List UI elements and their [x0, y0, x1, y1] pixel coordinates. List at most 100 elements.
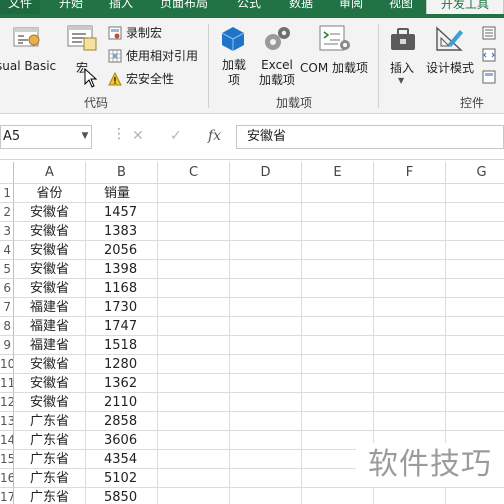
- empty-cell[interactable]: [374, 184, 446, 203]
- cell-province[interactable]: 福建省: [14, 317, 86, 336]
- empty-cell[interactable]: [230, 488, 302, 504]
- empty-cell[interactable]: [446, 374, 504, 393]
- cell-sales[interactable]: 1457: [86, 203, 158, 222]
- macro-security-button[interactable]: 宏安全性: [108, 70, 174, 87]
- cell-sales[interactable]: 1518: [86, 336, 158, 355]
- tab-developer[interactable]: 开发工具: [426, 0, 504, 14]
- tab-home[interactable]: 开始: [50, 0, 92, 14]
- properties-icon[interactable]: [482, 26, 496, 40]
- cell-sales[interactable]: 2056: [86, 241, 158, 260]
- empty-cell[interactable]: [446, 279, 504, 298]
- row-header[interactable]: 8: [0, 317, 14, 336]
- enter-icon[interactable]: ✓: [170, 128, 182, 144]
- empty-cell[interactable]: [374, 374, 446, 393]
- empty-cell[interactable]: [302, 393, 374, 412]
- empty-cell[interactable]: [374, 222, 446, 241]
- empty-cell[interactable]: [158, 488, 230, 504]
- empty-cell[interactable]: [446, 184, 504, 203]
- row-header[interactable]: 11: [0, 374, 14, 393]
- empty-cell[interactable]: [230, 241, 302, 260]
- cell-province[interactable]: 广东省: [14, 431, 86, 450]
- insert-control-button[interactable]: 插入: [390, 59, 414, 76]
- row-header[interactable]: 14: [0, 431, 14, 450]
- empty-cell[interactable]: [230, 431, 302, 450]
- empty-cell[interactable]: [302, 488, 374, 504]
- empty-cell[interactable]: [446, 336, 504, 355]
- empty-cell[interactable]: [374, 336, 446, 355]
- empty-cell[interactable]: [374, 488, 446, 504]
- empty-cell[interactable]: [446, 393, 504, 412]
- empty-cell[interactable]: [158, 393, 230, 412]
- empty-cell[interactable]: [158, 469, 230, 488]
- empty-cell[interactable]: [158, 355, 230, 374]
- cell-province[interactable]: 安徽省: [14, 279, 86, 298]
- empty-cell[interactable]: [302, 412, 374, 431]
- empty-cell[interactable]: [230, 450, 302, 469]
- row-header[interactable]: 6: [0, 279, 14, 298]
- design-mode-button[interactable]: 设计模式: [426, 59, 474, 76]
- empty-cell[interactable]: [230, 355, 302, 374]
- tab-page-layout[interactable]: 页面布局: [150, 0, 218, 14]
- empty-cell[interactable]: [158, 222, 230, 241]
- tab-view[interactable]: 视图: [380, 0, 422, 14]
- empty-cell[interactable]: [158, 431, 230, 450]
- empty-cell[interactable]: [302, 279, 374, 298]
- empty-cell[interactable]: [374, 412, 446, 431]
- insert-function-icon[interactable]: fx: [208, 128, 221, 144]
- empty-cell[interactable]: [302, 203, 374, 222]
- empty-cell[interactable]: [374, 260, 446, 279]
- empty-cell[interactable]: [302, 317, 374, 336]
- select-all-corner[interactable]: [0, 162, 14, 184]
- empty-cell[interactable]: [158, 450, 230, 469]
- cell-province[interactable]: 安徽省: [14, 203, 86, 222]
- cell-sales[interactable]: 3606: [86, 431, 158, 450]
- empty-cell[interactable]: [230, 374, 302, 393]
- empty-cell[interactable]: [158, 203, 230, 222]
- cell-sales[interactable]: 5102: [86, 469, 158, 488]
- cell-sales[interactable]: 1280: [86, 355, 158, 374]
- empty-cell[interactable]: [230, 260, 302, 279]
- empty-cell[interactable]: [374, 393, 446, 412]
- row-header[interactable]: 17: [0, 488, 14, 504]
- cell-sales[interactable]: 1362: [86, 374, 158, 393]
- empty-cell[interactable]: [230, 279, 302, 298]
- row-header[interactable]: 5: [0, 260, 14, 279]
- empty-cell[interactable]: [158, 317, 230, 336]
- empty-cell[interactable]: [446, 203, 504, 222]
- empty-cell[interactable]: [446, 412, 504, 431]
- cell-sales[interactable]: 1730: [86, 298, 158, 317]
- empty-cell[interactable]: [158, 336, 230, 355]
- row-header[interactable]: 12: [0, 393, 14, 412]
- empty-cell[interactable]: [302, 222, 374, 241]
- column-header-a[interactable]: A: [14, 162, 86, 184]
- empty-cell[interactable]: [230, 412, 302, 431]
- cell-province[interactable]: 广东省: [14, 488, 86, 504]
- empty-cell[interactable]: [302, 355, 374, 374]
- empty-cell[interactable]: [446, 317, 504, 336]
- name-box-dropdown-icon[interactable]: ▼: [78, 125, 92, 149]
- column-header-d[interactable]: D: [230, 162, 302, 184]
- tab-review[interactable]: 审阅: [330, 0, 372, 14]
- row-header[interactable]: 16: [0, 469, 14, 488]
- empty-cell[interactable]: [230, 317, 302, 336]
- cell-province[interactable]: 安徽省: [14, 241, 86, 260]
- tab-insert[interactable]: 插入: [100, 0, 142, 14]
- empty-cell[interactable]: [302, 336, 374, 355]
- formula-input[interactable]: 安徽省: [236, 125, 504, 149]
- empty-cell[interactable]: [446, 298, 504, 317]
- record-macro-button[interactable]: 录制宏: [108, 24, 162, 41]
- empty-cell[interactable]: [446, 222, 504, 241]
- row-header[interactable]: 15: [0, 450, 14, 469]
- empty-cell[interactable]: [158, 298, 230, 317]
- empty-cell[interactable]: [374, 355, 446, 374]
- empty-cell[interactable]: [446, 260, 504, 279]
- cell-province[interactable]: 安徽省: [14, 393, 86, 412]
- empty-cell[interactable]: [302, 260, 374, 279]
- empty-cell[interactable]: [230, 336, 302, 355]
- empty-cell[interactable]: [230, 469, 302, 488]
- cell-sales[interactable]: 1398: [86, 260, 158, 279]
- cell-province[interactable]: 广东省: [14, 469, 86, 488]
- row-header[interactable]: 9: [0, 336, 14, 355]
- row-header[interactable]: 3: [0, 222, 14, 241]
- column-header-f[interactable]: F: [374, 162, 446, 184]
